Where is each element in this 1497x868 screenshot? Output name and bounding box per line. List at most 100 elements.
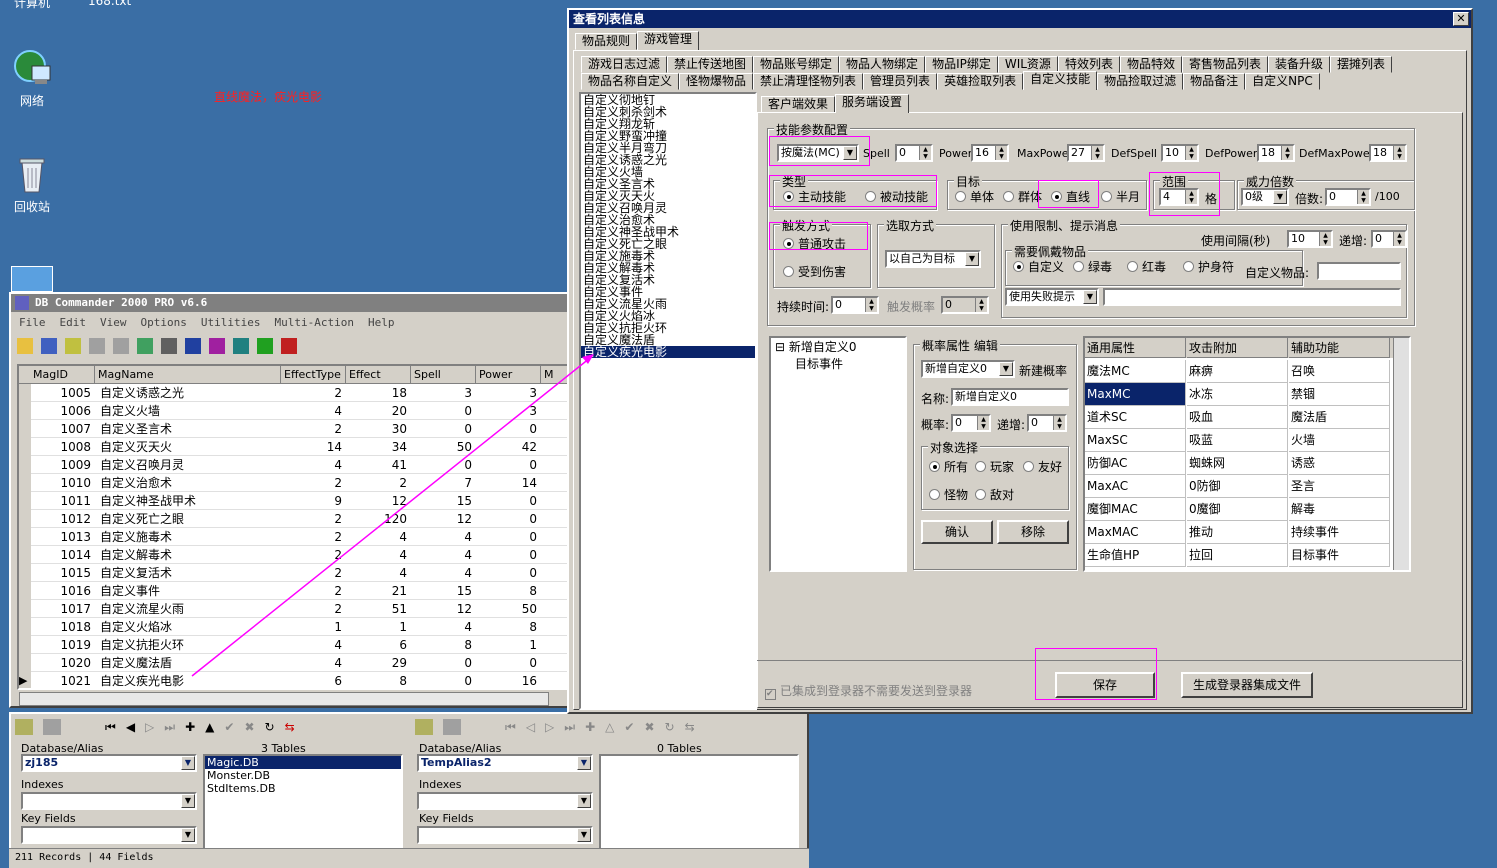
attr-header-cell[interactable]: 通用属性 — [1085, 338, 1186, 358]
attr-cell[interactable]: 拉回 — [1187, 544, 1288, 567]
attr-cell[interactable]: MaxSC — [1085, 429, 1186, 452]
table-row[interactable]: 1006 自定义火墙 4 20 0 3 — [19, 402, 567, 420]
defmaxpower-input[interactable]: 18 ▲ ▼ — [1369, 144, 1407, 162]
table-icon[interactable] — [41, 338, 57, 354]
export-icon[interactable] — [89, 338, 105, 354]
prob-combo[interactable]: 新增自定义0 ▼ — [921, 360, 1015, 378]
confirm-button[interactable]: 确认 — [921, 520, 993, 544]
tab-r2-6[interactable]: 物品捡取过滤 — [1097, 73, 1184, 90]
left-db-combo[interactable]: zj185 ▼ — [21, 754, 197, 772]
duration-input[interactable]: 0 ▲ ▼ — [831, 296, 879, 314]
left-indexes-combo[interactable]: ▼ — [21, 792, 197, 810]
attr-cell[interactable]: 召唤 — [1289, 360, 1390, 383]
table-item-magic[interactable]: Magic.DB — [205, 756, 401, 769]
col-effecttype[interactable]: EffectType — [282, 366, 346, 384]
mult-level-combo[interactable]: 0级 ▼ — [1241, 188, 1289, 206]
db2-post-icon[interactable]: ✔ — [624, 720, 634, 734]
table-row[interactable]: ▶ 1021 自定义疾光电影 6 8 0 16 — [19, 672, 567, 688]
tab-client-effect[interactable]: 客户端效果 — [761, 96, 836, 113]
post-record-icon[interactable]: ✔ — [224, 720, 234, 734]
query-icon[interactable] — [65, 338, 81, 354]
left-keyfields-combo[interactable]: ▼ — [21, 826, 197, 844]
maxpower-input[interactable]: 27 ▲ ▼ — [1067, 144, 1105, 162]
table-row[interactable]: 1015 自定义复活术 2 4 4 0 — [19, 564, 567, 582]
radio-obj-friend[interactable]: 友好 — [1023, 460, 1062, 474]
right-indexes-combo[interactable]: ▼ — [417, 792, 593, 810]
attr-cell[interactable]: 推动 — [1187, 521, 1288, 544]
table-row[interactable]: 1019 自定义抗拒火环 4 6 8 1 — [19, 636, 567, 654]
table-row[interactable]: 1005 自定义诱惑之光 2 18 3 3 — [19, 384, 567, 402]
attr-cell[interactable]: 冰冻 — [1187, 383, 1288, 406]
attr-vscrollbar[interactable] — [1393, 338, 1409, 570]
tab-r2-0[interactable]: 物品名称自定义 — [581, 73, 680, 90]
generate-launcher-button[interactable]: 生成登录器集成文件 — [1181, 672, 1313, 698]
attr-cell[interactable]: 蜘蛛网 — [1187, 452, 1288, 475]
attr-header-cell[interactable]: 辅助功能 — [1289, 338, 1390, 358]
grid-icon[interactable] — [185, 338, 201, 354]
db2-insert-icon[interactable]: ✚ — [585, 720, 595, 734]
table-row[interactable]: 1009 自定义召唤月灵 4 41 0 0 — [19, 456, 567, 474]
col-power[interactable]: Power — [477, 366, 541, 384]
attr-cell[interactable]: 解毒 — [1289, 498, 1390, 521]
spell-input[interactable]: 0 ▲ ▼ — [895, 144, 933, 162]
menu-options[interactable]: Options — [141, 316, 187, 329]
db2-delete-icon[interactable]: △ — [605, 720, 614, 734]
tab-r2-2[interactable]: 禁止清理怪物列表 — [753, 73, 864, 90]
radio-wear-green[interactable]: 绿毒 — [1073, 260, 1112, 274]
attr-cell[interactable]: 防御AC — [1085, 452, 1186, 475]
attr-cell[interactable]: 目标事件 — [1289, 544, 1390, 567]
tab-r1-3[interactable]: 物品人物绑定 — [839, 56, 926, 73]
db2-prior-icon[interactable]: ◁ — [526, 720, 535, 734]
tree-root[interactable]: ⊟ 新增自定义0 — [771, 338, 905, 355]
info-icon[interactable] — [209, 338, 225, 354]
defspell-input[interactable]: 10 ▲ ▼ — [1161, 144, 1199, 162]
interval-input[interactable]: 10 ▲ ▼ — [1287, 230, 1333, 248]
search-icon[interactable] — [233, 338, 249, 354]
prob-name-input[interactable]: 新增自定义0 — [951, 388, 1069, 406]
radio-trigger-hurt[interactable]: 受到伤害 — [783, 265, 846, 279]
tab-r2-7[interactable]: 物品备注 — [1183, 73, 1246, 90]
radio-wear-red[interactable]: 红毒 — [1127, 260, 1166, 274]
tab-r2-3[interactable]: 管理员列表 — [863, 73, 938, 90]
pick-combo[interactable]: 以自己为目标 ▼ — [885, 250, 981, 268]
col-magid[interactable]: MagID — [31, 366, 95, 384]
table-row[interactable]: 1007 自定义圣言术 2 30 0 0 — [19, 420, 567, 438]
db2-next-icon[interactable]: ▷ — [545, 720, 554, 734]
mult-input[interactable]: 0 ▲ ▼ — [1325, 188, 1371, 206]
table-row[interactable]: 1013 自定义施毒术 2 4 4 0 — [19, 528, 567, 546]
attr-cell[interactable]: 0防御 — [1187, 475, 1288, 498]
radio-target-half[interactable]: 半月 — [1101, 190, 1140, 204]
tab-game-manage[interactable]: 游戏管理 — [637, 31, 700, 50]
db-close-icon[interactable] — [43, 719, 61, 735]
interval-inc-input[interactable]: 0 ▲ ▼ — [1371, 230, 1407, 248]
refresh-icon[interactable]: ↻ — [265, 720, 275, 734]
attr-cell[interactable]: 生命值HP — [1085, 544, 1186, 567]
tab-r1-2[interactable]: 物品账号绑定 — [753, 56, 840, 73]
table-row[interactable]: 1014 自定义解毒术 2 4 4 0 — [19, 546, 567, 564]
menu-multi-action[interactable]: Multi-Action — [274, 316, 353, 329]
skill-list-item[interactable]: 自定义疾光电影 — [581, 346, 755, 358]
tab-r1-4[interactable]: 物品IP绑定 — [925, 56, 998, 73]
attr-cell[interactable]: 诱惑 — [1289, 452, 1390, 475]
tab-r1-7[interactable]: 物品特效 — [1119, 56, 1182, 73]
attr-cell[interactable]: 魔法MC — [1085, 360, 1186, 383]
prior-record-icon[interactable]: ◀ — [126, 720, 135, 734]
table-item-stditems[interactable]: StdItems.DB — [205, 782, 401, 795]
tab-r1-0[interactable]: 游戏日志过滤 — [581, 56, 668, 73]
tab-r1-9[interactable]: 装备升级 — [1267, 56, 1330, 73]
attr-cell[interactable]: 吸蓝 — [1187, 429, 1288, 452]
exit-icon[interactable] — [281, 338, 297, 354]
right-db-combo[interactable]: TempAlias2 ▼ — [417, 754, 593, 772]
db-open-icon[interactable] — [15, 719, 33, 735]
radio-obj-monster[interactable]: 怪物 — [929, 488, 968, 502]
radio-obj-enemy[interactable]: 敌对 — [975, 488, 1014, 502]
db2-refresh-icon[interactable]: ↻ — [665, 720, 675, 734]
db2-open-icon[interactable] — [415, 719, 433, 735]
radio-wear-custom[interactable]: 自定义 — [1013, 260, 1064, 274]
radio-target-group[interactable]: 群体 — [1003, 190, 1042, 204]
attr-cell[interactable]: 麻痹 — [1187, 360, 1288, 383]
table-row[interactable]: 1018 自定义火焰冰 1 1 4 8 — [19, 618, 567, 636]
attr-cell[interactable]: 吸血 — [1187, 406, 1288, 429]
next-record-icon[interactable]: ▷ — [145, 720, 154, 734]
desktop-network-icon[interactable]: 网络 — [0, 48, 67, 109]
